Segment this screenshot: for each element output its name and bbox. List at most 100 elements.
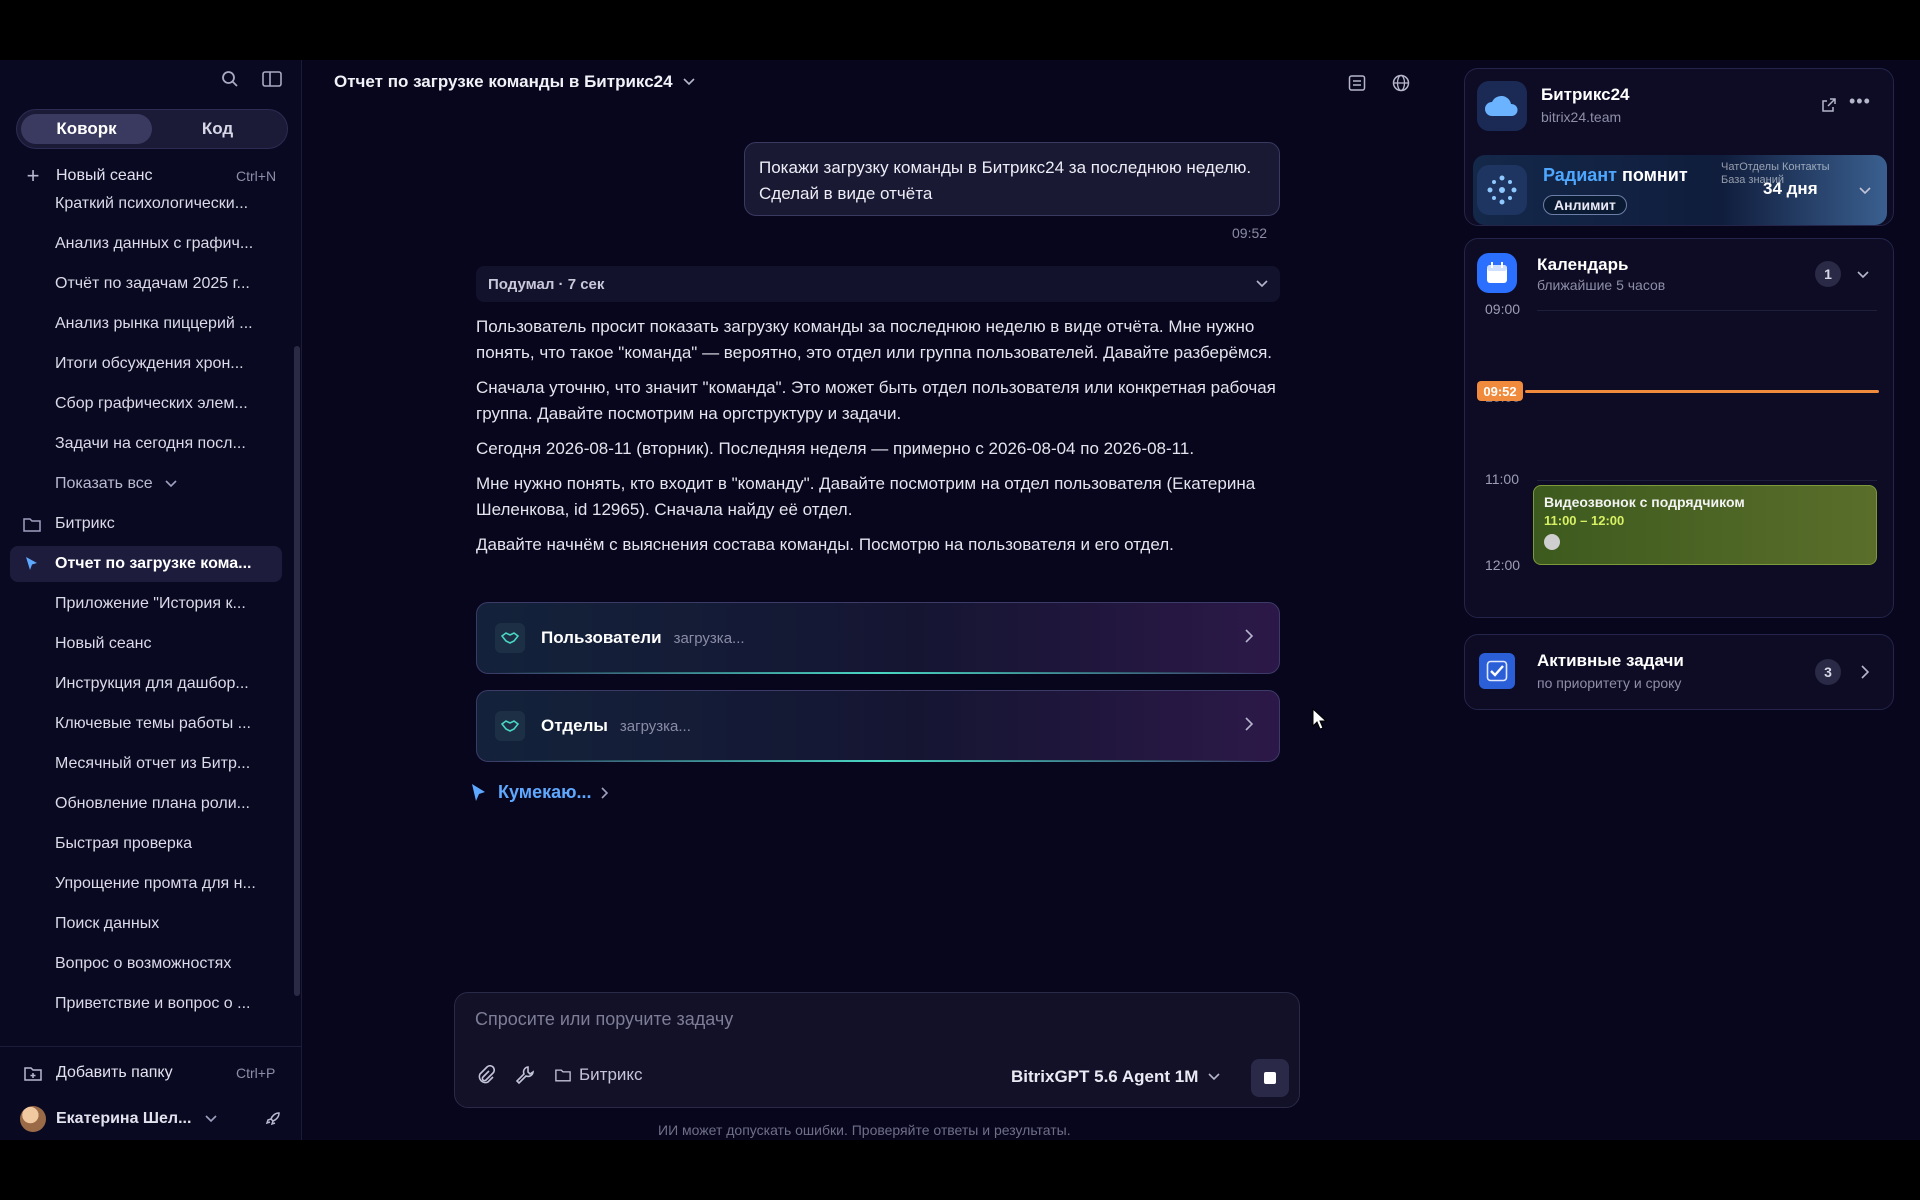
event-time: 11:00 – 12:00 <box>1544 513 1625 528</box>
history-item[interactable]: Краткий психологически... <box>10 186 282 222</box>
folder-item[interactable]: Инструкция для дашбор... <box>10 666 282 702</box>
chevron-right-icon <box>1861 665 1869 679</box>
stop-button[interactable] <box>1251 1059 1289 1097</box>
bitrix-title: Битрикс24 <box>1541 85 1630 104</box>
history-item[interactable]: Задачи на сегодня посл... <box>10 426 282 462</box>
cursor-agent-icon <box>22 554 42 574</box>
folder-item[interactable]: Месячный отчет из Битр... <box>10 746 282 782</box>
chevron-down-icon[interactable] <box>1857 271 1869 279</box>
prompt-input[interactable]: Спросите или поручите задачу <box>475 1009 733 1030</box>
context-folder[interactable]: Битрикс <box>555 1065 643 1085</box>
radiant-title: Радиант помнит <box>1543 165 1688 186</box>
tasks-title: Активные задачи <box>1537 651 1684 670</box>
chevron-down-icon <box>205 1115 217 1123</box>
tool-name: Пользователи <box>541 628 662 647</box>
add-folder-button[interactable]: Добавить папку Ctrl+P <box>20 1057 290 1089</box>
user-message: Покажи загрузку команды в Битрикс24 за п… <box>744 142 1280 216</box>
folder-item[interactable]: Поиск данных <box>10 906 282 942</box>
chevron-down-icon <box>1256 280 1268 288</box>
now-indicator: 09:52 <box>1477 381 1523 401</box>
app-window: Коворк Код + Новый сеанс Ctrl+N Краткий … <box>0 60 1920 1140</box>
tool-call-users[interactable]: Пользователи загрузка... <box>476 602 1280 674</box>
folder-item[interactable]: Приветствие и вопрос о ... <box>10 986 282 1020</box>
folder-label: Битрикс <box>55 515 115 532</box>
wrench-icon[interactable] <box>515 1065 535 1085</box>
stop-icon <box>1264 1072 1276 1084</box>
thought-header: Подумал · 7 сек <box>488 275 605 293</box>
calendar-title: Календарь <box>1537 255 1629 274</box>
reasoning-paragraph: Давайте начнём с выяснения состава коман… <box>476 535 1174 554</box>
history-item[interactable]: Анализ рынка пиццерий ... <box>10 306 282 342</box>
paperclip-icon[interactable] <box>475 1065 495 1085</box>
user-menu[interactable]: Екатерина Шел... <box>20 1103 290 1135</box>
folder-item[interactable]: Ключевые темы работы ... <box>10 706 282 742</box>
chevron-down-icon <box>1208 1073 1220 1081</box>
show-all-button[interactable]: Показать все <box>10 466 282 502</box>
folder-bitrix[interactable]: Битрикс <box>10 506 282 542</box>
folder-item[interactable]: Обновление плана роли... <box>10 786 282 822</box>
tab-code[interactable]: Код <box>152 114 283 144</box>
tasks-card[interactable]: Активные задачи по приоритету и сроку 3 <box>1464 634 1894 710</box>
hour-label: 11:00 <box>1485 471 1519 487</box>
history-item[interactable]: Итоги обсуждения хрон... <box>10 346 282 382</box>
report-icon[interactable] <box>1346 72 1368 94</box>
reasoning-paragraph: Пользователь просит показать загрузку ко… <box>476 317 1273 362</box>
rocket-icon[interactable] <box>264 1110 282 1128</box>
search-icon[interactable] <box>219 68 241 90</box>
calendar-card: Календарь ближайшие 5 часов 1 09:00 10:0… <box>1464 238 1894 618</box>
checkbox-icon <box>1479 653 1515 689</box>
bitrix-subtitle: bitrix24.team <box>1541 109 1622 125</box>
more-icon[interactable]: ••• <box>1849 91 1871 112</box>
folder-item[interactable]: Вопрос о возможностях <box>10 946 282 982</box>
radiant-days: 34 дня <box>1763 179 1818 198</box>
thought-toggle[interactable]: Подумал · 7 сек <box>476 266 1280 302</box>
user-name: Екатерина Шел... <box>56 1110 192 1127</box>
folder-item[interactable]: Приложение "История к... <box>10 586 282 622</box>
model-label: BitrixGPT 5.6 Agent 1M <box>1011 1067 1199 1086</box>
sidebar-scrollbar[interactable] <box>294 346 300 996</box>
composer-tools: Битрикс <box>475 1065 643 1085</box>
folder-item-active[interactable]: Отчет по загрузке кома... <box>10 546 282 582</box>
history-item[interactable]: Отчёт по задачам 2025 г... <box>10 266 282 302</box>
tool-call-departments[interactable]: Отделы загрузка... <box>476 690 1280 762</box>
folder-item[interactable]: Упрощение промта для н... <box>10 866 282 902</box>
folder-item[interactable]: Новый сеанс <box>10 626 282 662</box>
sidebar-toolbar <box>219 68 283 90</box>
model-selector[interactable]: BitrixGPT 5.6 Agent 1M <box>1011 1067 1220 1087</box>
chat-title-dropdown[interactable]: Отчет по загрузке команды в Битрикс24 <box>334 72 695 92</box>
radiant-name: Радиант <box>1543 165 1617 185</box>
mouse-cursor-icon <box>1312 708 1328 730</box>
mode-switch: Коворк Код <box>16 109 288 149</box>
hour-line <box>1537 310 1877 311</box>
folder-item-label: Отчет по загрузке кома... <box>55 555 252 572</box>
calendar-subtitle: ближайшие 5 часов <box>1537 277 1666 293</box>
calendar-event[interactable]: Видеозвонок с подрядчиком 11:00 – 12:00 <box>1533 485 1877 565</box>
folder-item[interactable]: Быстрая проверка <box>10 826 282 862</box>
event-title: Видеозвонок с подрядчиком <box>1544 494 1745 510</box>
thinking-indicator[interactable]: Кумекаю... <box>470 782 609 803</box>
globe-icon[interactable] <box>1390 72 1412 94</box>
chat-area: Отчет по загрузке команды в Битрикс24 По… <box>302 60 1442 1140</box>
cursor-agent-icon <box>472 783 485 801</box>
sidebar-toggle-icon[interactable] <box>261 68 283 90</box>
hour-label: 12:00 <box>1485 557 1521 573</box>
chevron-right-icon <box>1245 629 1253 643</box>
history-item[interactable]: Анализ данных с графич... <box>10 226 282 262</box>
session-history: Краткий психологически... Анализ данных … <box>0 186 290 1020</box>
widgets-panel: Битрикс24 bitrix24.team ••• Радиант помн… <box>1442 60 1920 1140</box>
new-session-label: Новый сеанс <box>56 167 153 184</box>
chevron-down-icon <box>683 78 695 86</box>
tab-cowork[interactable]: Коворк <box>21 114 152 144</box>
folder-icon <box>555 1069 571 1082</box>
history-item[interactable]: Сбор графических элем... <box>10 386 282 422</box>
show-all-label: Показать все <box>55 475 153 492</box>
calendar-icon <box>1477 253 1517 293</box>
avatar <box>20 1106 46 1132</box>
radiant-banner[interactable]: Радиант помнит Анлимит ЧатОтделы Контакт… <box>1473 155 1887 225</box>
external-link-icon[interactable] <box>1821 97 1837 113</box>
reasoning-paragraph: Сегодня 2026-08-11 (вторник). Последняя … <box>476 439 1195 458</box>
chevron-down-icon <box>1859 187 1871 195</box>
sidebar-footer: Добавить папку Ctrl+P Екатерина Шел... <box>0 1046 302 1140</box>
tool-name: Отделы <box>541 716 608 735</box>
tasks-subtitle: по приоритету и сроку <box>1537 675 1682 691</box>
